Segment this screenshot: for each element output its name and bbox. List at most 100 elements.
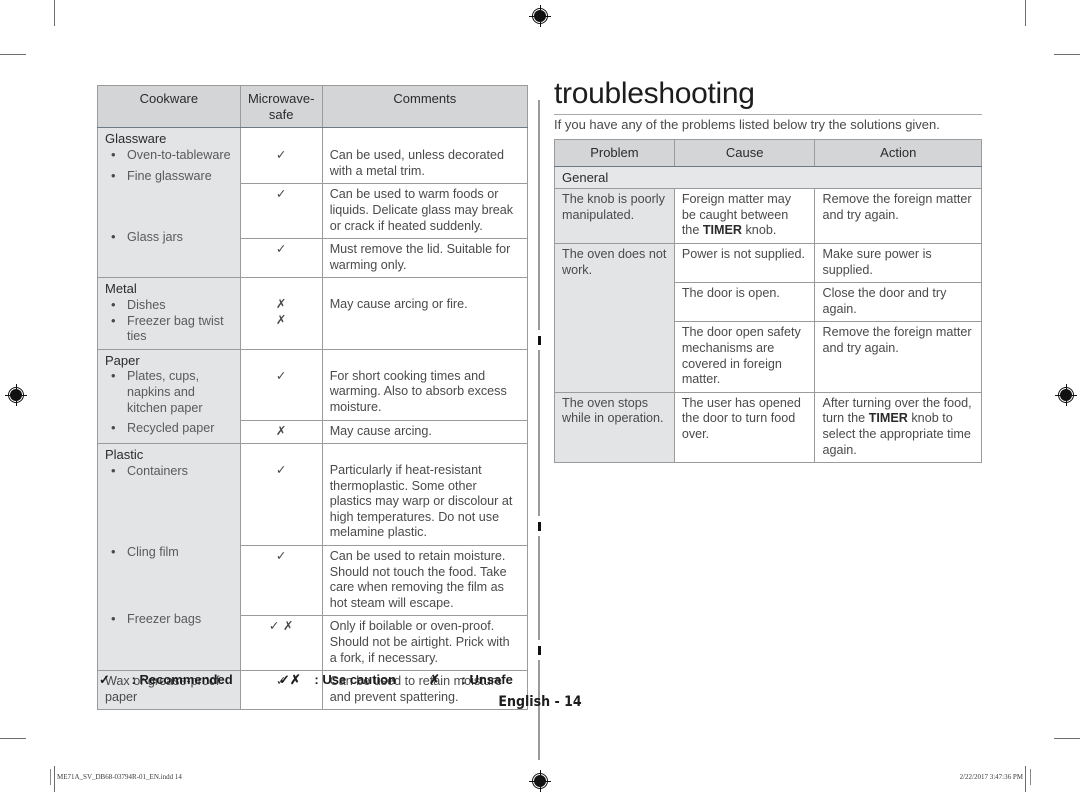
list-item: Containers — [105, 463, 233, 480]
category-label: Paper — [105, 352, 140, 368]
cause-cell: Foreign matter may be caught between the… — [673, 188, 816, 244]
column-header-problem: Problem — [554, 139, 675, 167]
legend-item-use-caution: ✓✗ : Use caution — [279, 672, 396, 688]
crop-mark-bottom-left-horizontal — [0, 738, 26, 739]
list-item: Fine glassware — [105, 168, 233, 185]
list-item: Oven-to-tableware — [105, 147, 233, 164]
table-row: The oven does not work. Power is not sup… — [554, 242, 982, 393]
table-row: The oven stops while in operation. The u… — [554, 391, 982, 464]
category-label: Metal — [105, 281, 137, 297]
category-item-list: Plates, cups, napkins and kitchen paper … — [105, 368, 233, 437]
footer-rule-right — [1030, 769, 1031, 785]
print-filename: ME71A_SV_DB68-03794R-01_EN.indd 14 — [57, 773, 182, 781]
cause-cell: The door is open. — [673, 282, 816, 323]
list-item: Recycled paper — [105, 420, 233, 437]
column-header-microwave-safe: Microwave-safe — [239, 84, 323, 129]
list-item: Plates, cups, napkins and kitchen paper — [105, 368, 233, 416]
comment-cell: Particularly if heat-resistant thermopla… — [321, 443, 529, 547]
category-label: Glassware — [105, 131, 167, 147]
cookware-guide-table: Cookware Microwave-safe Comments Glasswa… — [97, 84, 529, 711]
cause-emphasis: TIMER — [702, 223, 743, 238]
comment-cell: Only if boilable or oven-proof. Should n… — [321, 615, 529, 672]
microwave-safe-mark: ✓ — [239, 443, 323, 547]
category-item-list: Containers Cling film Freezer bags — [105, 463, 233, 628]
troubleshooting-header-row: Problem Cause Action — [554, 139, 982, 167]
problem-cell: The oven does not work. — [554, 242, 675, 393]
intro-text: If you have any of the problems listed b… — [554, 117, 940, 132]
comment-cell: Can be used to warm foods or liquids. De… — [321, 183, 529, 240]
cause-cell: The user has opened the door to turn foo… — [673, 391, 816, 464]
action-cell: Remove the foreign matter and try again. — [814, 321, 982, 393]
microwave-safe-mark: ✗ — [239, 419, 323, 445]
crop-mark-bottom-right-horizontal — [1054, 738, 1080, 739]
microwave-safe-mark: ✓ — [239, 183, 323, 240]
category-item-list: Oven-to-tableware Fine glassware Glass j… — [105, 147, 233, 246]
crop-mark-bottom-left-vertical — [54, 766, 55, 792]
table-row: Plastic Containers Cling film Freezer ba… — [97, 443, 529, 672]
registration-mark-top — [529, 5, 551, 27]
list-item: Freezer bag twist ties — [105, 313, 233, 345]
legend-item-unsafe: ✗ : Unsafe — [429, 672, 513, 688]
crop-mark-bottom-right-vertical — [1025, 766, 1026, 792]
cause-cell: The door open safety mechanisms are cove… — [673, 321, 816, 393]
check-cross-icon: ✓✗ — [279, 672, 301, 687]
list-item: Glass jars — [105, 229, 233, 246]
list-item: Dishes — [105, 297, 233, 314]
comment-cell: May cause arcing or fire. — [321, 277, 529, 350]
column-header-comments: Comments — [321, 84, 529, 129]
cross-icon: ✗ — [429, 672, 440, 687]
category-cell-plastic: Plastic Containers Cling film Freezer ba… — [97, 443, 241, 672]
registration-mark-right — [1055, 384, 1077, 406]
category-cell-paper: Paper Plates, cups, napkins and kitchen … — [97, 348, 241, 445]
table-row: Metal Dishes Freezer bag twist ties ✗ ✗ … — [97, 277, 529, 350]
action-cell: Close the door and try again. — [814, 282, 982, 323]
list-item: Cling film — [105, 544, 233, 561]
table-row: Paper Plates, cups, napkins and kitchen … — [97, 348, 529, 445]
column-header-action: Action — [814, 139, 982, 167]
microwave-safe-mark: ✗ ✗ — [239, 277, 323, 350]
legend-label: : Use caution — [314, 672, 397, 687]
microwave-safe-mark: ✓ — [239, 127, 323, 185]
section-label: General — [554, 165, 982, 190]
microwave-safe-mark: ✓ — [239, 545, 323, 617]
footer-rule-left — [50, 769, 51, 785]
problem-cell: The knob is poorly manipulated. — [554, 188, 675, 244]
action-cell: Make sure power is supplied. — [814, 242, 982, 284]
problem-cell: The oven stops while in operation. — [554, 391, 675, 464]
list-item: Freezer bags — [105, 611, 233, 628]
comment-cell: Can be used, unless decorated with a met… — [321, 127, 529, 185]
action-emphasis: TIMER — [868, 411, 908, 426]
legend-item-recommended: ✓ : Recommended — [99, 672, 233, 688]
category-cell-metal: Metal Dishes Freezer bag twist ties — [97, 277, 241, 350]
legend-label: : Recommended — [131, 672, 233, 687]
crop-mark-top-right-horizontal — [1054, 54, 1080, 55]
check-icon: ✓ — [99, 672, 110, 687]
mark-line: ✗ — [275, 297, 287, 312]
page-fold-separator — [538, 100, 541, 760]
column-header-cause: Cause — [673, 139, 816, 167]
category-cell-glassware: Glassware Oven-to-tableware Fine glasswa… — [97, 127, 241, 279]
category-item-list: Dishes Freezer bag twist ties — [105, 297, 233, 345]
table-row: Glassware Oven-to-tableware Fine glasswa… — [97, 127, 529, 279]
comment-cell: For short cooking times and warming. Als… — [321, 348, 529, 421]
comment-cell: Can be used to retain moisture. Should n… — [321, 545, 529, 617]
crop-mark-top-left-vertical — [54, 0, 55, 26]
page-title: troubleshooting — [554, 78, 982, 115]
action-text: Remove the foreign matter and try again. — [822, 192, 972, 222]
cause-text-tail: knob. — [742, 223, 777, 238]
microwave-safe-mark: ✓ — [239, 238, 323, 279]
page-number: English - 14 — [498, 694, 582, 710]
crop-mark-top-left-horizontal — [0, 54, 26, 55]
crop-mark-top-right-vertical — [1025, 0, 1026, 26]
action-cell: After turning over the food, turn the TI… — [814, 391, 982, 464]
column-header-cookware: Cookware — [97, 84, 241, 129]
action-cell: Remove the foreign matter and try again. — [814, 188, 982, 244]
comment-cell: Must remove the lid. Suitable for warmin… — [321, 238, 529, 279]
comment-cell: May cause arcing. — [321, 419, 529, 445]
legend-label: : Unsafe — [461, 672, 513, 687]
section-row-general: General — [554, 165, 982, 190]
microwave-safe-mark: ✓ — [239, 348, 323, 421]
print-timestamp: 2/22/2017 3:47:36 PM — [959, 773, 1023, 781]
cookware-table-header-row: Cookware Microwave-safe Comments — [97, 84, 529, 129]
registration-mark-bottom — [529, 770, 551, 792]
